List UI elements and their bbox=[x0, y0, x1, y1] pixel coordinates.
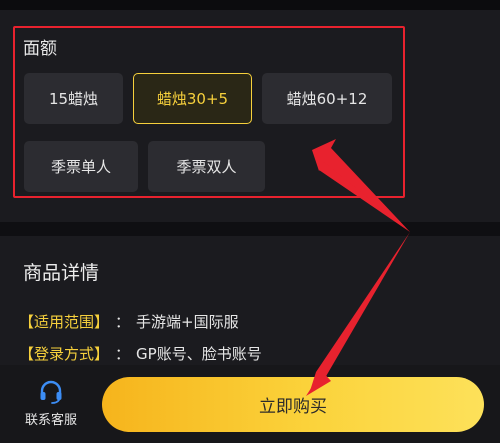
detail-separator: ： bbox=[115, 313, 131, 331]
option-label: 季票单人 bbox=[50, 158, 111, 176]
detail-key: 【适用范围】 bbox=[19, 313, 110, 331]
option-candles-30-plus-5[interactable]: 蜡烛30+5 bbox=[133, 73, 252, 124]
section-divider bbox=[0, 222, 500, 236]
option-label: 季票双人 bbox=[176, 158, 237, 176]
option-candles-60-plus-12[interactable]: 蜡烛60+12 bbox=[262, 73, 392, 124]
option-label: 15蜡烛 bbox=[48, 90, 99, 108]
detail-separator: ： bbox=[115, 345, 131, 363]
option-label: 蜡烛60+12 bbox=[286, 90, 368, 108]
customer-service-button[interactable]: 联系客服 bbox=[10, 378, 92, 430]
option-season-pass-single[interactable]: 季票单人 bbox=[24, 141, 138, 192]
detail-value: GP账号、脸书账号 bbox=[136, 345, 262, 363]
detail-row-login: 【登录方式】 ： GP账号、脸书账号 bbox=[19, 343, 262, 364]
headset-icon bbox=[40, 380, 62, 404]
denomination-title: 面额 bbox=[23, 39, 57, 59]
option-15-candles[interactable]: 15蜡烛 bbox=[24, 73, 123, 124]
top-strip bbox=[0, 0, 500, 10]
details-title: 商品详情 bbox=[23, 262, 100, 284]
detail-row-scope: 【适用范围】 ： 手游端+国际服 bbox=[19, 311, 239, 332]
option-season-pass-double[interactable]: 季票双人 bbox=[148, 141, 265, 192]
buy-now-button[interactable]: 立即购买 bbox=[102, 377, 484, 432]
page: 面额 15蜡烛 蜡烛30+5 蜡烛60+12 季票单人 季票双人 商品详情 【适… bbox=[0, 0, 500, 443]
option-label: 蜡烛30+5 bbox=[156, 90, 229, 108]
detail-key: 【登录方式】 bbox=[19, 345, 110, 363]
buy-now-label: 立即购买 bbox=[259, 397, 327, 417]
detail-value: 手游端+国际服 bbox=[136, 313, 239, 331]
customer-service-label: 联系客服 bbox=[24, 413, 77, 428]
